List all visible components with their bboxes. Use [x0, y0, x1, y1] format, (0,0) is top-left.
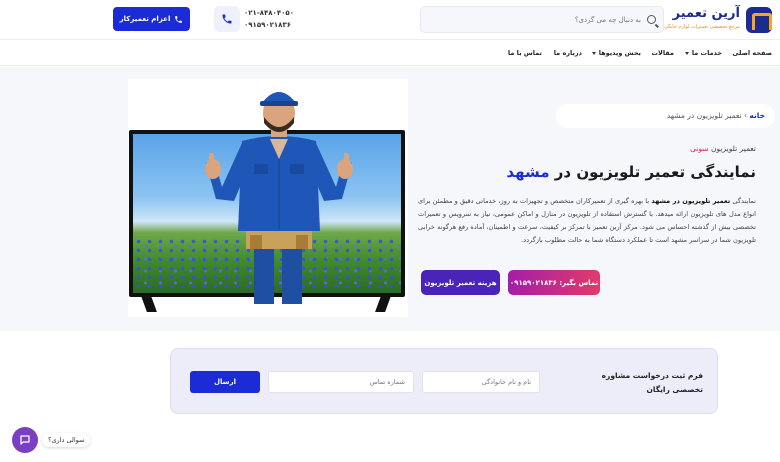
- main-nav: صفحه اصلی خدمات ما مقالات بخش ویدیوها در…: [0, 40, 780, 66]
- dispatch-technician-button[interactable]: اعزام تعمیرکار: [113, 7, 190, 31]
- nav-home[interactable]: صفحه اصلی: [732, 49, 772, 57]
- consultation-form: فرم ثبت درخواست مشاوره تخصصی رایگان ارسا…: [170, 348, 718, 414]
- name-field[interactable]: [422, 371, 540, 393]
- nav-services[interactable]: خدمات ما: [684, 49, 722, 57]
- logo-title: آرین تعمیر: [672, 6, 740, 21]
- call-button[interactable]: تماس بگیر: ۰۹۱۵۹۰۲۱۸۳۶: [508, 270, 600, 295]
- breadcrumb-separator: ›: [744, 111, 748, 120]
- site-logo[interactable]: آرین تعمیر مرجع تخصصی تعمیرات لوازم خانگ…: [664, 5, 772, 35]
- breadcrumb-home[interactable]: خانه: [749, 111, 765, 120]
- hero-description: نمایندگی تعمیر تلویزیون در مشهد با بهره …: [418, 195, 756, 247]
- phone-field[interactable]: [268, 371, 414, 393]
- search-box[interactable]: [420, 6, 664, 33]
- hero-subtitle: تعمیر تلویزیون سونی: [690, 144, 756, 153]
- dispatch-label: اعزام تعمیرکار: [119, 15, 171, 23]
- phone-numbers: ۰۲۱-۸۴۸۰۴۰۵۰ ۰۹۱۵۹۰۲۱۸۳۶: [244, 7, 294, 31]
- tv-leg-left: [141, 296, 157, 312]
- nav-articles[interactable]: مقالات: [651, 49, 674, 57]
- hero-image: [128, 79, 408, 317]
- phone-number-1[interactable]: ۰۲۱-۸۴۸۰۴۰۵۰: [244, 7, 294, 19]
- chat-button[interactable]: [12, 427, 38, 453]
- chevron-down-icon: [684, 51, 689, 55]
- nav-videos-label: بخش ویدیوها: [598, 49, 641, 57]
- breadcrumb-current: تعمیر تلویزیون در مشهد: [666, 111, 742, 120]
- desc-prefix: نمایندگی: [732, 197, 756, 205]
- form-title: فرم ثبت درخواست مشاوره تخصصی رایگان: [601, 371, 703, 394]
- title-city: مشهد: [506, 163, 550, 181]
- chat-bubble-icon: [20, 435, 30, 445]
- submit-button[interactable]: ارسال: [190, 371, 260, 393]
- phone-icon: [214, 6, 240, 32]
- page-title: نمایندگی تعمیر تلویزیون در مشهد: [506, 163, 756, 181]
- search-input[interactable]: [431, 11, 641, 29]
- nav-services-label: خدمات ما: [691, 49, 722, 57]
- phone-call-icon: [175, 15, 183, 23]
- technician-illustration: [205, 92, 353, 304]
- chevron-down-icon: [591, 51, 596, 55]
- subtitle-brand: سونی: [690, 144, 709, 153]
- breadcrumb: خانه › تعمیر تلویزیون در مشهد: [556, 104, 775, 128]
- top-header: آرین تعمیر مرجع تخصصی تعمیرات لوازم خانگ…: [0, 0, 780, 40]
- repair-cost-button[interactable]: هزینه تعمیر تلویزیون: [421, 270, 500, 295]
- phone-number-2[interactable]: ۰۹۱۵۹۰۲۱۸۳۶: [244, 19, 294, 31]
- logo-subtitle: مرجع تخصصی تعمیرات لوازم خانگی: [663, 24, 740, 30]
- nav-videos[interactable]: بخش ویدیوها: [591, 49, 641, 57]
- tv-leg-right: [375, 296, 391, 312]
- logo-icon: [746, 7, 772, 33]
- title-prefix: نمایندگی تعمیر تلویزیون در: [554, 163, 756, 181]
- subtitle-prefix: تعمیر تلویزیون: [711, 144, 756, 153]
- chat-label[interactable]: سوالی داری؟: [42, 433, 91, 447]
- search-icon[interactable]: [647, 15, 656, 24]
- nav-about[interactable]: درباره ما: [554, 49, 582, 57]
- nav-contact[interactable]: تماس با ما: [508, 49, 542, 57]
- desc-bold: تعمیر تلویزیون در مشهد: [651, 197, 731, 205]
